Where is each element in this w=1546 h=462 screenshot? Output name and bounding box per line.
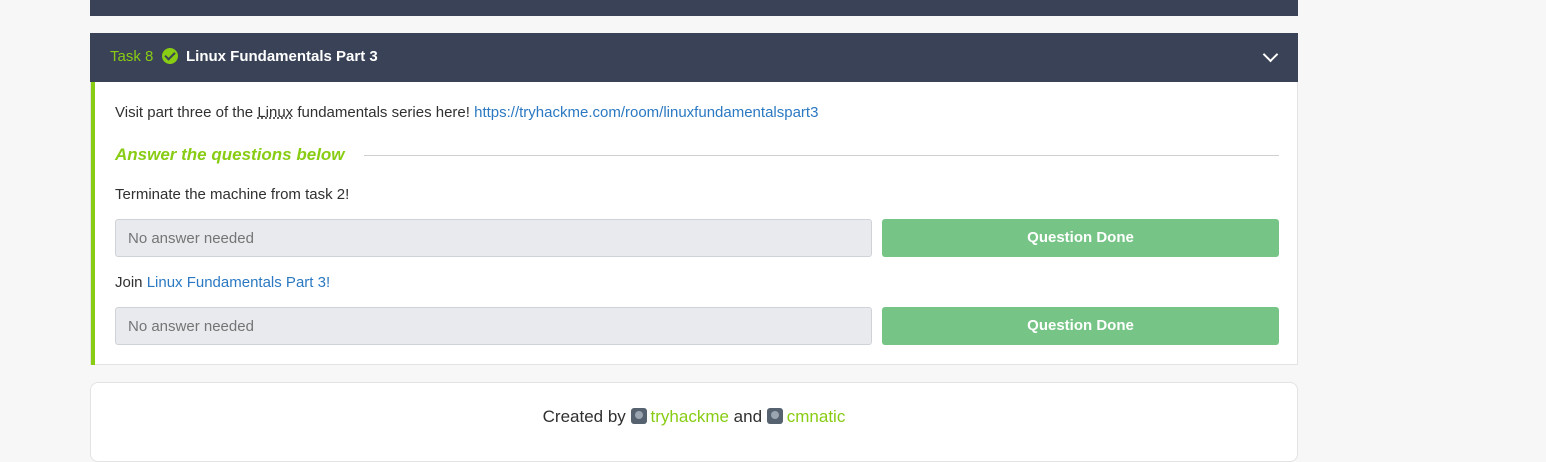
and-label: and — [728, 407, 767, 426]
check-circle-icon — [162, 48, 178, 64]
answer-heading: Answer the questions below — [115, 145, 345, 164]
question-2-text: Join Linux Fundamentals Part 3! — [115, 274, 330, 291]
question-1-answer-input[interactable] — [115, 219, 872, 257]
created-by-label: Created by — [542, 407, 631, 426]
task-header[interactable]: Task 8 Linux Fundamentals Part 3 — [90, 33, 1298, 82]
author-link-tryhackme[interactable]: tryhackme — [651, 407, 729, 426]
question-1-done-button[interactable]: Question Done — [882, 219, 1279, 257]
credits-line: Created by tryhackme and cmnatic — [91, 407, 1297, 427]
intro-suffix: fundamentals series here! — [293, 104, 475, 121]
question-2-done-button[interactable]: Question Done — [882, 307, 1279, 345]
task-number: Task 8 — [110, 48, 154, 65]
task-body: Visit part three of the Linux fundamenta… — [91, 82, 1297, 365]
task-title: Linux Fundamentals Part 3 — [186, 48, 378, 65]
question-2-prefix: Join — [115, 274, 147, 291]
cmnatic-avatar-icon — [766, 408, 783, 424]
task-card: Task 8 Linux Fundamentals Part 3 Visit p… — [90, 33, 1298, 365]
room-credits: Created by tryhackme and cmnatic — [90, 382, 1298, 462]
chevron-down-icon[interactable] — [1262, 46, 1279, 63]
tryhackme-avatar-icon — [630, 408, 647, 424]
intro-abbr-linux: Linux — [257, 104, 294, 121]
author-link-cmnatic[interactable]: cmnatic — [787, 407, 846, 426]
room-link[interactable]: https://tryhackme.com/room/linuxfundamen… — [474, 104, 818, 121]
previous-task-header[interactable] — [90, 0, 1298, 16]
question-2-answer-input[interactable] — [115, 307, 872, 345]
question-2-link[interactable]: Linux Fundamentals Part 3! — [147, 274, 330, 291]
intro-prefix: Visit part three of the — [115, 104, 258, 121]
task-intro: Visit part three of the Linux fundamenta… — [115, 104, 818, 121]
heading-divider — [364, 155, 1279, 156]
question-1-text: Terminate the machine from task 2! — [115, 186, 350, 203]
